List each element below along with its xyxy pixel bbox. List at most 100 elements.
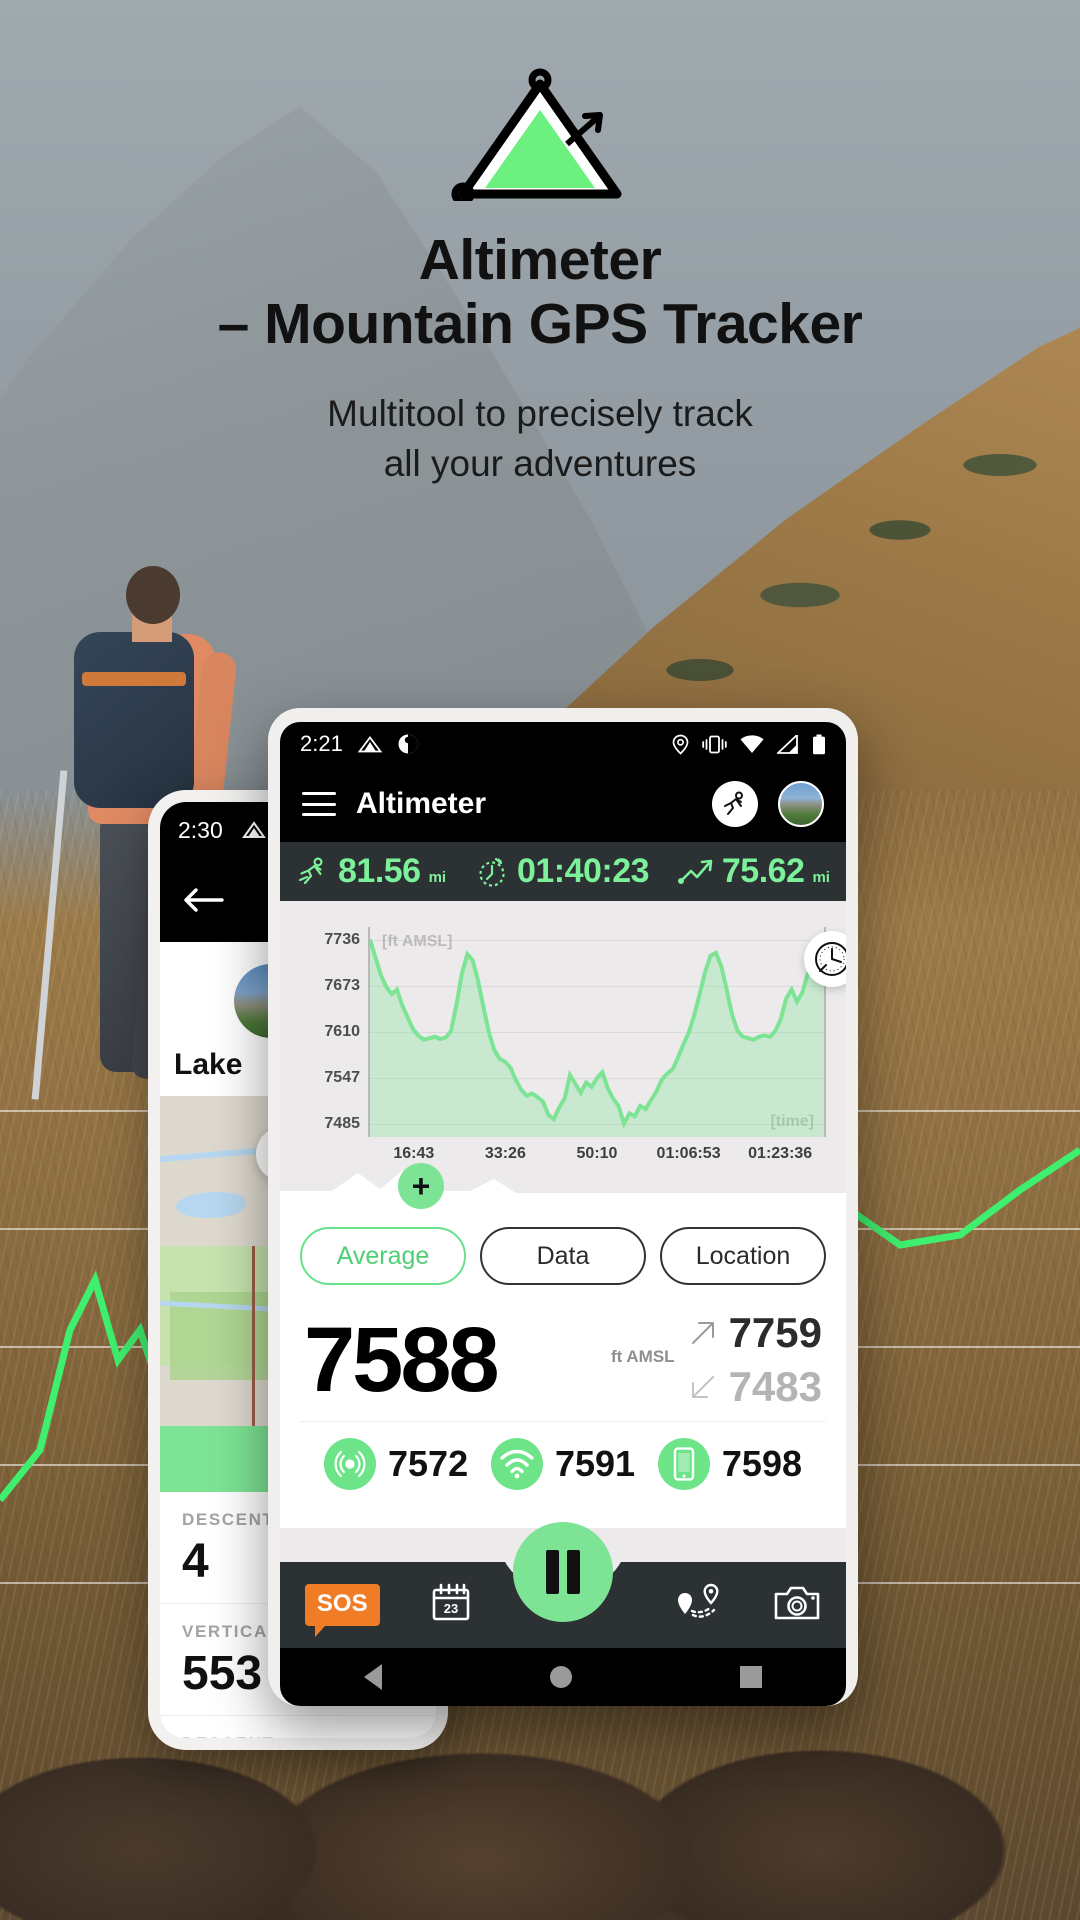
vibrate-icon [702, 735, 727, 753]
secondary-stat-label: DESCENT [182, 1734, 436, 1738]
y-tick: 7673 [324, 976, 360, 994]
activity-mode-button[interactable] [712, 781, 758, 827]
arrow-back-icon[interactable] [182, 886, 224, 914]
wifi-icon [740, 734, 764, 753]
stopwatch-icon [479, 857, 505, 887]
altitude-unit: ft AMSL [610, 1347, 675, 1366]
peaks-divider: + [280, 1163, 846, 1209]
sensor-barometer[interactable]: 7598 [657, 1438, 802, 1490]
y-tick: 7547 [324, 1069, 360, 1087]
mountain-peak-logo-icon [451, 68, 622, 201]
stat-ascent-unit: mi [812, 869, 830, 886]
stat-distance-value: 81.56 [338, 852, 421, 890]
x-tick: 16:43 [393, 1145, 435, 1162]
tab-bar: Average Data Location [280, 1207, 846, 1285]
chart-y-axis: 7736 7673 7610 7547 7485 [300, 927, 368, 1137]
battery-icon [813, 734, 825, 754]
x-tick: 01:23:36 [748, 1145, 813, 1162]
x-tick: 33:26 [484, 1145, 526, 1162]
route-waypoints-icon [678, 1583, 719, 1618]
altitude-readout: 7588 ft AMSL 7759 7483 [280, 1285, 846, 1421]
stat-duration-value: 01:40:23 [516, 852, 650, 890]
contrast-icon [398, 734, 418, 754]
stats-bar: 81.56 mi 01:40:23 75.62 mi [280, 842, 846, 901]
y-tick: 7485 [324, 1115, 360, 1133]
altitude-min: 7483 [689, 1363, 822, 1411]
chart-canvas: [ft AMSL] [time] [368, 927, 826, 1137]
home-icon[interactable] [550, 1666, 572, 1688]
chart-plot-area: 7736 7673 7610 7547 7485 [ft AMSL] [time… [300, 927, 826, 1137]
clock-icon [815, 942, 846, 976]
calendar-icon: 23 [433, 1583, 470, 1620]
location-pin-icon [672, 734, 689, 755]
wifi-glyph [500, 1449, 534, 1479]
phone-barometer-icon [657, 1438, 710, 1490]
secondary-stat-row: DESCENT 59 [160, 1716, 436, 1738]
page-subtitle-line1: Multitool to precisely track [327, 392, 753, 434]
sensor-gps-value: 7572 [388, 1443, 469, 1484]
measurement-panel: Average Data Location 7588 ft AMSL 7759 [280, 1207, 846, 1528]
sensor-barometer-value: 7598 [721, 1443, 802, 1484]
arrow-up-right-icon [691, 1322, 714, 1344]
chart-x-axis: 16:43 33:26 50:10 01:06:53 01:23:36 [368, 1137, 826, 1163]
page-title-line2: – Mountain GPS Tracker [217, 291, 863, 356]
stat-distance-unit: mi [428, 869, 447, 886]
camera-icon [774, 1586, 820, 1619]
runner-icon [724, 791, 743, 815]
sos-button[interactable]: SOS [304, 1584, 380, 1637]
stat-duration: 01:40:23 [475, 852, 650, 891]
x-tick: 50:10 [576, 1145, 618, 1162]
status-bar-time: 2:21 [300, 731, 343, 756]
stat-ascent: 75.62 mi [677, 852, 830, 891]
sensor-gps[interactable]: 7572 [324, 1438, 468, 1490]
app-logo [0, 66, 1080, 201]
sensor-row: 7572 7591 7598 [300, 1421, 826, 1510]
gps-satellite-glyph [334, 1450, 366, 1478]
x-tick: 01:06:53 [656, 1145, 721, 1162]
signal-icon [777, 734, 798, 754]
sensor-network[interactable]: 7591 [490, 1438, 636, 1490]
tab-average[interactable]: Average [300, 1227, 466, 1285]
page-subtitle-line2: all your adventures [383, 442, 697, 484]
hamburger-menu-icon[interactable] [302, 792, 336, 816]
sensor-network-value: 7591 [554, 1443, 636, 1484]
mountain-app-icon [241, 821, 266, 838]
primary-phone-screen: 2:21 Altimeter 81.56 mi 01:40:23 75.62 m… [280, 722, 846, 1706]
hero-section: Altimeter – Mountain GPS Tracker Multito… [0, 0, 1080, 489]
arrow-down-left-icon [691, 1376, 714, 1398]
elevation-chart-panel: 7736 7673 7610 7547 7485 [ft AMSL] [time… [280, 901, 846, 1169]
mountain-app-icon [357, 735, 383, 752]
app-title: Altimeter [356, 787, 487, 820]
altitude-max: 7759 [689, 1309, 822, 1357]
back-icon[interactable] [364, 1664, 382, 1690]
gps-satellite-icon [324, 1438, 376, 1490]
android-nav-bar [280, 1648, 846, 1706]
primary-phone-mockup: 2:21 Altimeter 81.56 mi 01:40:23 75.62 m… [268, 708, 858, 1706]
app-bar: Altimeter [280, 766, 846, 842]
calendar-button[interactable]: 23 [429, 1581, 473, 1630]
tab-data[interactable]: Data [480, 1227, 646, 1285]
route-waypoints-button[interactable] [673, 1581, 723, 1630]
camera-button[interactable] [773, 1583, 821, 1628]
altitude-minmax: 7759 7483 [689, 1309, 822, 1411]
mountain-divider-icon [280, 1171, 846, 1207]
secondary-status-time: 2:30 [178, 816, 223, 843]
profile-avatar[interactable] [778, 781, 824, 827]
add-button[interactable]: + [398, 1163, 444, 1209]
trend-up-icon [677, 859, 713, 884]
stat-ascent-value: 75.62 [721, 852, 805, 890]
recents-icon[interactable] [740, 1666, 762, 1688]
wifi-network-icon [490, 1438, 543, 1490]
status-bar: 2:21 [280, 722, 846, 766]
tab-location[interactable]: Location [660, 1227, 826, 1285]
altitude-max-value: 7759 [728, 1309, 822, 1356]
runner-icon [298, 856, 323, 884]
phone-glyph [673, 1447, 695, 1481]
chart-series-elevation [370, 927, 824, 1137]
y-tick: 7610 [324, 1023, 360, 1040]
altitude-value: 7588 [304, 1309, 500, 1411]
page-title-line1: Altimeter [418, 228, 662, 292]
pause-button[interactable] [513, 1522, 613, 1622]
svg-text:23: 23 [444, 1601, 458, 1616]
page-title: Altimeter – Mountain GPS Tracker [0, 228, 1080, 357]
